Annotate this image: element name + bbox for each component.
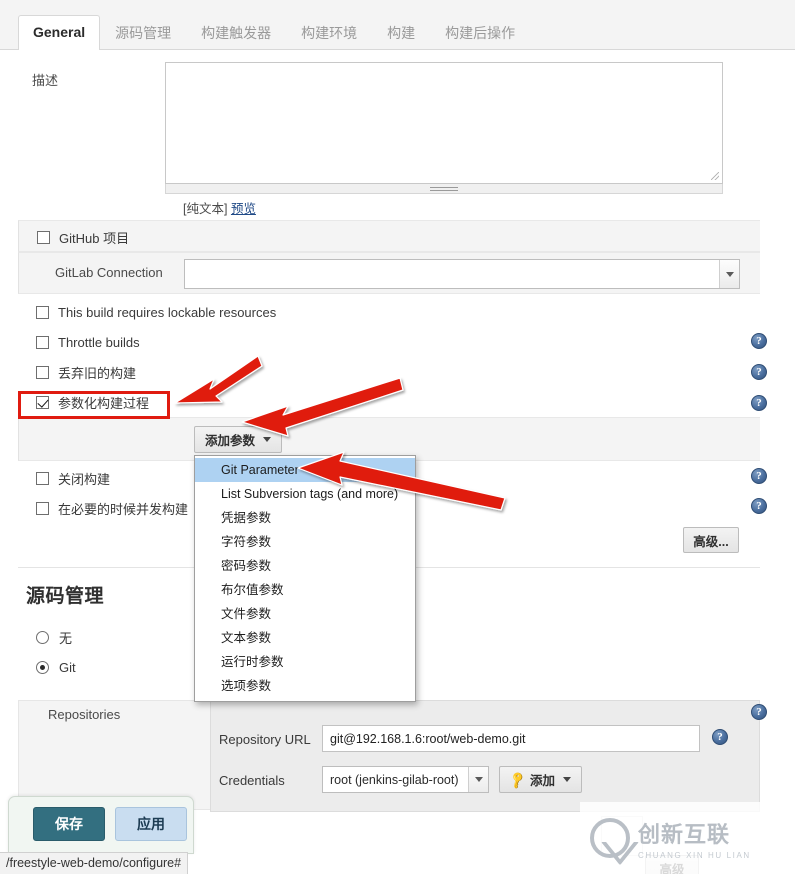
tab-post-build[interactable]: 构建后操作 xyxy=(430,16,530,51)
preview-link[interactable]: 预览 xyxy=(231,202,256,216)
annotation-highlight-parameterized-build xyxy=(18,391,170,419)
help-icon-concurrent-builds[interactable]: ? xyxy=(751,498,767,514)
gitlab-connection-label: GitLab Connection xyxy=(55,265,163,280)
menu-item-string-parameter[interactable]: 字符参数 xyxy=(195,530,415,554)
repository-url-input[interactable]: git@192.168.1.6:root/web-demo.git xyxy=(322,725,700,752)
discard-old-builds-checkbox[interactable] xyxy=(36,365,49,379)
menu-item-choice-parameter[interactable]: 选项参数 xyxy=(195,674,415,698)
watermark-cn-text: 创新互联 xyxy=(638,821,731,847)
tab-general[interactable]: General xyxy=(18,15,101,51)
add-credentials-label: 添加 xyxy=(529,774,555,788)
credentials-select[interactable]: root (jenkins-gilab-root) xyxy=(322,766,489,793)
chevron-down-icon xyxy=(719,260,739,288)
browser-status-bar: /freestyle-web-demo/configure# xyxy=(0,852,189,874)
github-project-label: GitHub 项目 xyxy=(59,230,130,246)
tab-build-environment[interactable]: 构建环境 xyxy=(286,16,372,51)
add-parameter-button[interactable]: 添加参数 xyxy=(194,426,283,453)
concurrent-builds-label: 在必要的时候并发构建 xyxy=(58,501,189,517)
disable-build-checkbox[interactable] xyxy=(36,471,49,485)
menu-item-file-parameter[interactable]: 文件参数 xyxy=(195,602,415,626)
tab-scm[interactable]: 源码管理 xyxy=(100,16,186,51)
tab-build[interactable]: 构建 xyxy=(372,16,430,51)
repository-subblock xyxy=(210,700,760,812)
watermark-logo-icon xyxy=(590,818,630,858)
repositories-label: Repositories xyxy=(48,707,121,722)
chevron-down-icon xyxy=(468,767,488,792)
description-format-links: [纯文本] 预览 xyxy=(183,198,256,217)
key-icon: 🔑 xyxy=(507,769,528,790)
tab-build-triggers[interactable]: 构建触发器 xyxy=(186,16,286,51)
add-parameter-dropdown-menu[interactable]: Git Parameter List Subversion tags (and … xyxy=(194,455,416,702)
scm-section-title: 源码管理 xyxy=(26,586,105,607)
save-button[interactable]: 保存 xyxy=(33,807,105,841)
description-scrollbar[interactable] xyxy=(165,184,723,194)
discard-old-builds-label: 丢弃旧的构建 xyxy=(58,365,137,381)
github-project-row: GitHub 项目 xyxy=(18,220,760,252)
caret-down-icon xyxy=(263,437,272,442)
scm-none-label: 无 xyxy=(59,630,73,646)
credentials-label: Credentials xyxy=(219,773,285,788)
lockable-resources-checkbox[interactable] xyxy=(36,305,49,319)
config-tabbar: General 源码管理 构建触发器 构建环境 构建 构建后操作 xyxy=(0,0,795,51)
menu-item-credentials-parameter[interactable]: 凭据参数 xyxy=(195,506,415,530)
menu-item-list-subversion-tags[interactable]: List Subversion tags (and more) xyxy=(195,482,415,506)
resize-handle-icon[interactable] xyxy=(711,172,719,180)
disable-build-label: 关闭构建 xyxy=(58,471,111,487)
menu-item-password-parameter[interactable]: 密码参数 xyxy=(195,554,415,578)
menu-item-run-parameter[interactable]: 运行时参数 xyxy=(195,650,415,674)
lockable-resources-label: This build requires lockable resources xyxy=(58,304,277,320)
sticky-save-bar: 保存 应用 xyxy=(8,796,194,854)
general-advanced-button[interactable]: 高级... xyxy=(683,527,739,553)
description-textarea[interactable] xyxy=(165,62,723,184)
help-icon-repository-url[interactable]: ? xyxy=(712,729,728,745)
throttle-builds-checkbox[interactable] xyxy=(36,335,49,349)
throttle-builds-label: Throttle builds xyxy=(58,334,140,350)
caret-down-icon xyxy=(562,777,571,782)
repository-url-label: Repository URL xyxy=(219,732,311,747)
scm-none-radio[interactable] xyxy=(36,630,49,644)
option-lockable-resources[interactable]: This build requires lockable resources xyxy=(18,297,760,327)
menu-item-git-parameter[interactable]: Git Parameter xyxy=(195,458,415,482)
description-label: 描述 xyxy=(32,73,59,88)
gitlab-connection-row: GitLab Connection xyxy=(18,252,760,294)
gitlab-connection-select[interactable] xyxy=(184,259,740,289)
scm-git-label: Git xyxy=(59,659,76,675)
add-parameter-label: 添加参数 xyxy=(205,434,256,448)
github-project-checkbox[interactable] xyxy=(37,230,50,244)
help-icon-throttle[interactable]: ? xyxy=(751,333,767,349)
help-icon-parameterized[interactable]: ? xyxy=(751,395,767,411)
help-icon-repositories[interactable]: ? xyxy=(751,704,767,720)
apply-button[interactable]: 应用 xyxy=(115,807,187,841)
option-discard-old-builds[interactable]: 丢弃旧的构建 xyxy=(18,357,760,387)
menu-item-text-parameter[interactable]: 文本参数 xyxy=(195,626,415,650)
menu-item-boolean-parameter[interactable]: 布尔值参数 xyxy=(195,578,415,602)
concurrent-builds-checkbox[interactable] xyxy=(36,501,49,515)
option-throttle-builds[interactable]: Throttle builds xyxy=(18,327,760,357)
watermark: 创新互联 CHUANG XIN HU LIAN xyxy=(580,802,795,874)
add-credentials-button[interactable]: 🔑 添加 xyxy=(499,766,582,793)
description-row: 描述 [纯文本] 预览 xyxy=(0,50,795,216)
help-icon-disable-build[interactable]: ? xyxy=(751,468,767,484)
help-icon-discard-builds[interactable]: ? xyxy=(751,364,767,380)
watermark-en-text: CHUANG XIN HU LIAN xyxy=(638,850,751,860)
plaintext-label: [纯文本] xyxy=(183,202,228,216)
jenkins-configure-page: General 源码管理 构建触发器 构建环境 构建 构建后操作 描述 [纯文本… xyxy=(0,0,795,874)
scm-git-radio[interactable] xyxy=(36,660,49,674)
credentials-value: root (jenkins-gilab-root) xyxy=(330,772,459,787)
